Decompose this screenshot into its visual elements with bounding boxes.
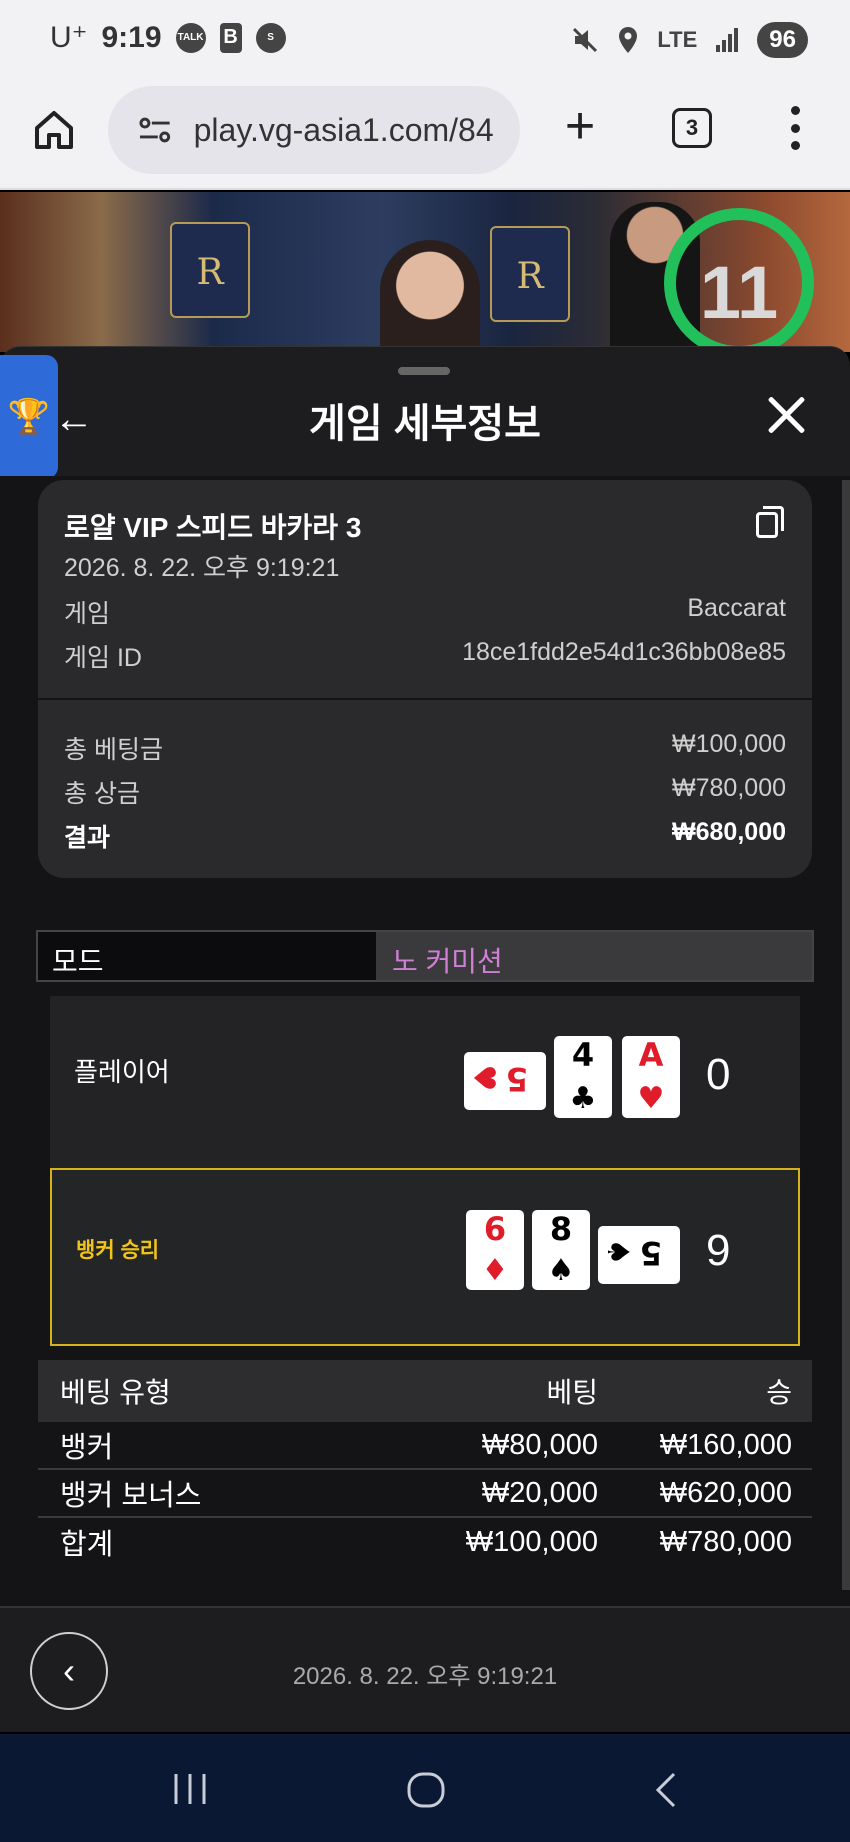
more-menu-icon[interactable] bbox=[780, 102, 810, 154]
casino-crest-logo: R bbox=[170, 222, 250, 318]
bet-table-header: 베팅 유형 베팅 승 bbox=[38, 1360, 812, 1422]
player-card-3: A ♥ bbox=[622, 1036, 680, 1118]
game-value: Baccarat bbox=[687, 594, 786, 622]
bet-amount-cell: ₩80,000 bbox=[481, 1428, 598, 1461]
panel-title: 게임 세부정보 bbox=[309, 402, 541, 446]
copy-icon[interactable] bbox=[756, 506, 784, 538]
back-nav-icon[interactable] bbox=[652, 1772, 678, 1808]
result-label: 결과 bbox=[64, 824, 111, 852]
live-video-stream: R R 11 bbox=[0, 192, 850, 352]
address-bar[interactable]: play.vg-asia1.com/84 bbox=[108, 86, 520, 174]
carrier: U⁺ bbox=[50, 21, 88, 54]
banker-win-label: 뱅커 승리 bbox=[76, 1239, 160, 1262]
total-label-cell: 합계 bbox=[60, 1529, 114, 1561]
header-bet-type: 베팅 유형 bbox=[60, 1377, 171, 1408]
banker-card-1: 6 ♦ bbox=[466, 1210, 524, 1290]
win-amount-cell: ₩160,000 bbox=[659, 1428, 792, 1461]
table-row-total: 합계 ₩100,000 ₩780,000 bbox=[38, 1518, 812, 1566]
dealer-figure bbox=[380, 240, 480, 352]
status-bar: U⁺ 9:19 TALK B S LTE 96 bbox=[0, 0, 850, 80]
table-row: 뱅커 보너스 ₩20,000 ₩620,000 bbox=[38, 1470, 812, 1518]
win-amount-cell: ₩620,000 bbox=[659, 1476, 792, 1509]
home-nav-icon[interactable] bbox=[406, 1772, 446, 1808]
drag-handle[interactable] bbox=[398, 367, 450, 375]
total-win-label: 총 상금 bbox=[64, 780, 140, 808]
total-bet-label: 총 베팅금 bbox=[64, 736, 163, 764]
b-app-notification-icon: B bbox=[219, 22, 242, 53]
talk-notification-icon: TALK bbox=[175, 22, 206, 53]
banker-card-3: 5 ♠ bbox=[598, 1226, 680, 1284]
system-navigation-bar bbox=[0, 1734, 850, 1842]
player-label: 플레이어 bbox=[74, 1057, 170, 1087]
app-notification-icon: S bbox=[255, 22, 286, 53]
recent-apps-icon[interactable] bbox=[170, 1772, 210, 1806]
game-info-card: 로얄 VIP 스피드 바카라 3 2026. 8. 22. 오후 9:19:21… bbox=[38, 480, 812, 698]
battery-level: 96 bbox=[757, 22, 808, 58]
banker-card-2: 8 ♠ bbox=[532, 1210, 590, 1290]
total-win-cell: ₩780,000 bbox=[659, 1525, 792, 1558]
home-icon[interactable] bbox=[32, 108, 76, 152]
bet-amount-cell: ₩20,000 bbox=[481, 1476, 598, 1509]
countdown-value: 11 bbox=[699, 251, 779, 334]
location-icon bbox=[619, 27, 638, 53]
clock: 9:19 bbox=[101, 20, 162, 54]
scrollbar[interactable] bbox=[842, 480, 850, 1590]
banker-score: 9 bbox=[706, 1226, 731, 1275]
bet-type-cell: 뱅커 bbox=[60, 1432, 114, 1464]
header-win: 승 bbox=[766, 1377, 792, 1408]
player-card-1: 5 ♥ bbox=[464, 1052, 546, 1110]
game-label: 게임 bbox=[64, 600, 111, 628]
totals-card: 총 베팅금 ₩100,000 총 상금 ₩780,000 결과 ₩680,000 bbox=[38, 700, 812, 878]
total-bet-value: ₩100,000 bbox=[672, 730, 786, 758]
table-name: 로얄 VIP 스피드 바카라 3 bbox=[64, 512, 362, 543]
new-tab-icon[interactable]: + bbox=[556, 100, 604, 152]
result-value: ₩680,000 bbox=[672, 818, 786, 846]
url-text[interactable]: play.vg-asia1.com/84 bbox=[194, 112, 520, 149]
total-win-value: ₩780,000 bbox=[672, 774, 786, 802]
mode-row: 모드 노 커미션 bbox=[36, 930, 814, 982]
game-datetime: 2026. 8. 22. 오후 9:19:21 bbox=[64, 554, 340, 582]
table-row: 뱅커 ₩80,000 ₩160,000 bbox=[38, 1422, 812, 1470]
network-type: LTE bbox=[657, 27, 698, 52]
game-id-value[interactable]: 18ce1fdd2e54d1c36bb08e85 bbox=[462, 638, 786, 667]
footer-datetime: 2026. 8. 22. 오후 9:19:21 bbox=[292, 1663, 558, 1690]
mute-icon bbox=[573, 27, 598, 53]
player-hand: 플레이어 5 ♥ 4 ♣ A ♥ 0 bbox=[50, 996, 800, 1168]
banker-hand: 뱅커 승리 6 ♦ 8 ♠ 5 ♠ 9 bbox=[50, 1168, 800, 1346]
mode-label: 모드 bbox=[38, 932, 376, 980]
bet-table: 베팅 유형 베팅 승 뱅커 ₩80,000 ₩160,000 뱅커 보너스 ₩2… bbox=[38, 1360, 812, 1566]
header-bet: 베팅 bbox=[546, 1377, 598, 1408]
total-bet-cell: ₩100,000 bbox=[465, 1525, 598, 1558]
browser-toolbar: play.vg-asia1.com/84 + 3 bbox=[0, 80, 850, 190]
panel-footer: ‹ 2026. 8. 22. 오후 9:19:21 bbox=[0, 1606, 850, 1732]
player-card-2: 4 ♣ bbox=[554, 1036, 612, 1118]
signal-icon bbox=[716, 28, 739, 52]
site-settings-icon[interactable] bbox=[138, 115, 172, 145]
casino-crest-logo: R bbox=[490, 226, 570, 322]
mode-value: 노 커미션 bbox=[376, 932, 812, 980]
game-id-label: 게임 ID bbox=[64, 644, 142, 672]
player-score: 0 bbox=[706, 1050, 731, 1099]
tab-switcher-button[interactable]: 3 bbox=[672, 108, 712, 148]
bet-type-cell: 뱅커 보너스 bbox=[60, 1480, 202, 1512]
countdown-timer: 11 bbox=[664, 208, 814, 352]
close-icon[interactable] bbox=[766, 395, 806, 435]
